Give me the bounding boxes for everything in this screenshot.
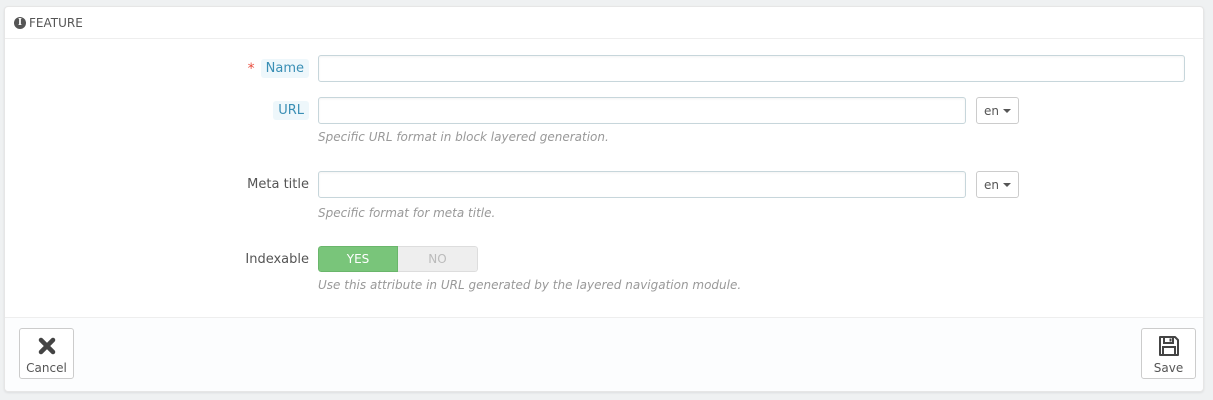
required-mark: * [247,60,255,77]
panel-title: Feature [29,15,83,30]
info-icon: i [14,16,26,29]
close-icon [37,333,57,359]
meta-title-language-value: en [984,177,999,192]
cancel-button[interactable]: Cancel [19,328,74,379]
save-button[interactable]: Save [1141,328,1196,379]
indexable-help-text: Use this attribute in URL generated by t… [318,278,742,292]
name-label: Name [260,59,309,78]
indexable-yes-option[interactable]: YES [318,246,398,272]
meta-title-language-dropdown[interactable]: en [976,171,1019,198]
name-label-cell: * Name [248,55,309,82]
cancel-label: Cancel [26,360,67,375]
url-label-cell: URL [273,97,309,124]
url-input[interactable] [318,97,966,124]
feature-panel: i Feature * Name URL en Specific URL for… [4,6,1204,392]
indexable-no-option[interactable]: NO [398,246,478,272]
url-label: URL [273,101,309,120]
indexable-switch[interactable]: YES NO [318,246,478,272]
meta-title-label-cell: Meta title [247,171,309,198]
url-language-value: en [984,103,999,118]
indexable-label-cell: Indexable [245,246,309,273]
caret-down-icon [1003,182,1011,187]
meta-title-help-text: Specific format for meta title. [318,206,496,220]
url-help-text: Specific URL format in block layered gen… [318,130,609,144]
indexable-label: Indexable [245,252,309,267]
meta-title-input[interactable] [318,171,966,198]
save-label: Save [1153,360,1184,375]
name-input[interactable] [318,55,1185,82]
panel-footer: Cancel Save [5,317,1203,391]
caret-down-icon [1003,108,1011,113]
save-icon [1157,333,1181,359]
panel-heading: i Feature [5,7,1203,39]
meta-title-label: Meta title [247,177,309,192]
url-language-dropdown[interactable]: en [976,97,1019,124]
